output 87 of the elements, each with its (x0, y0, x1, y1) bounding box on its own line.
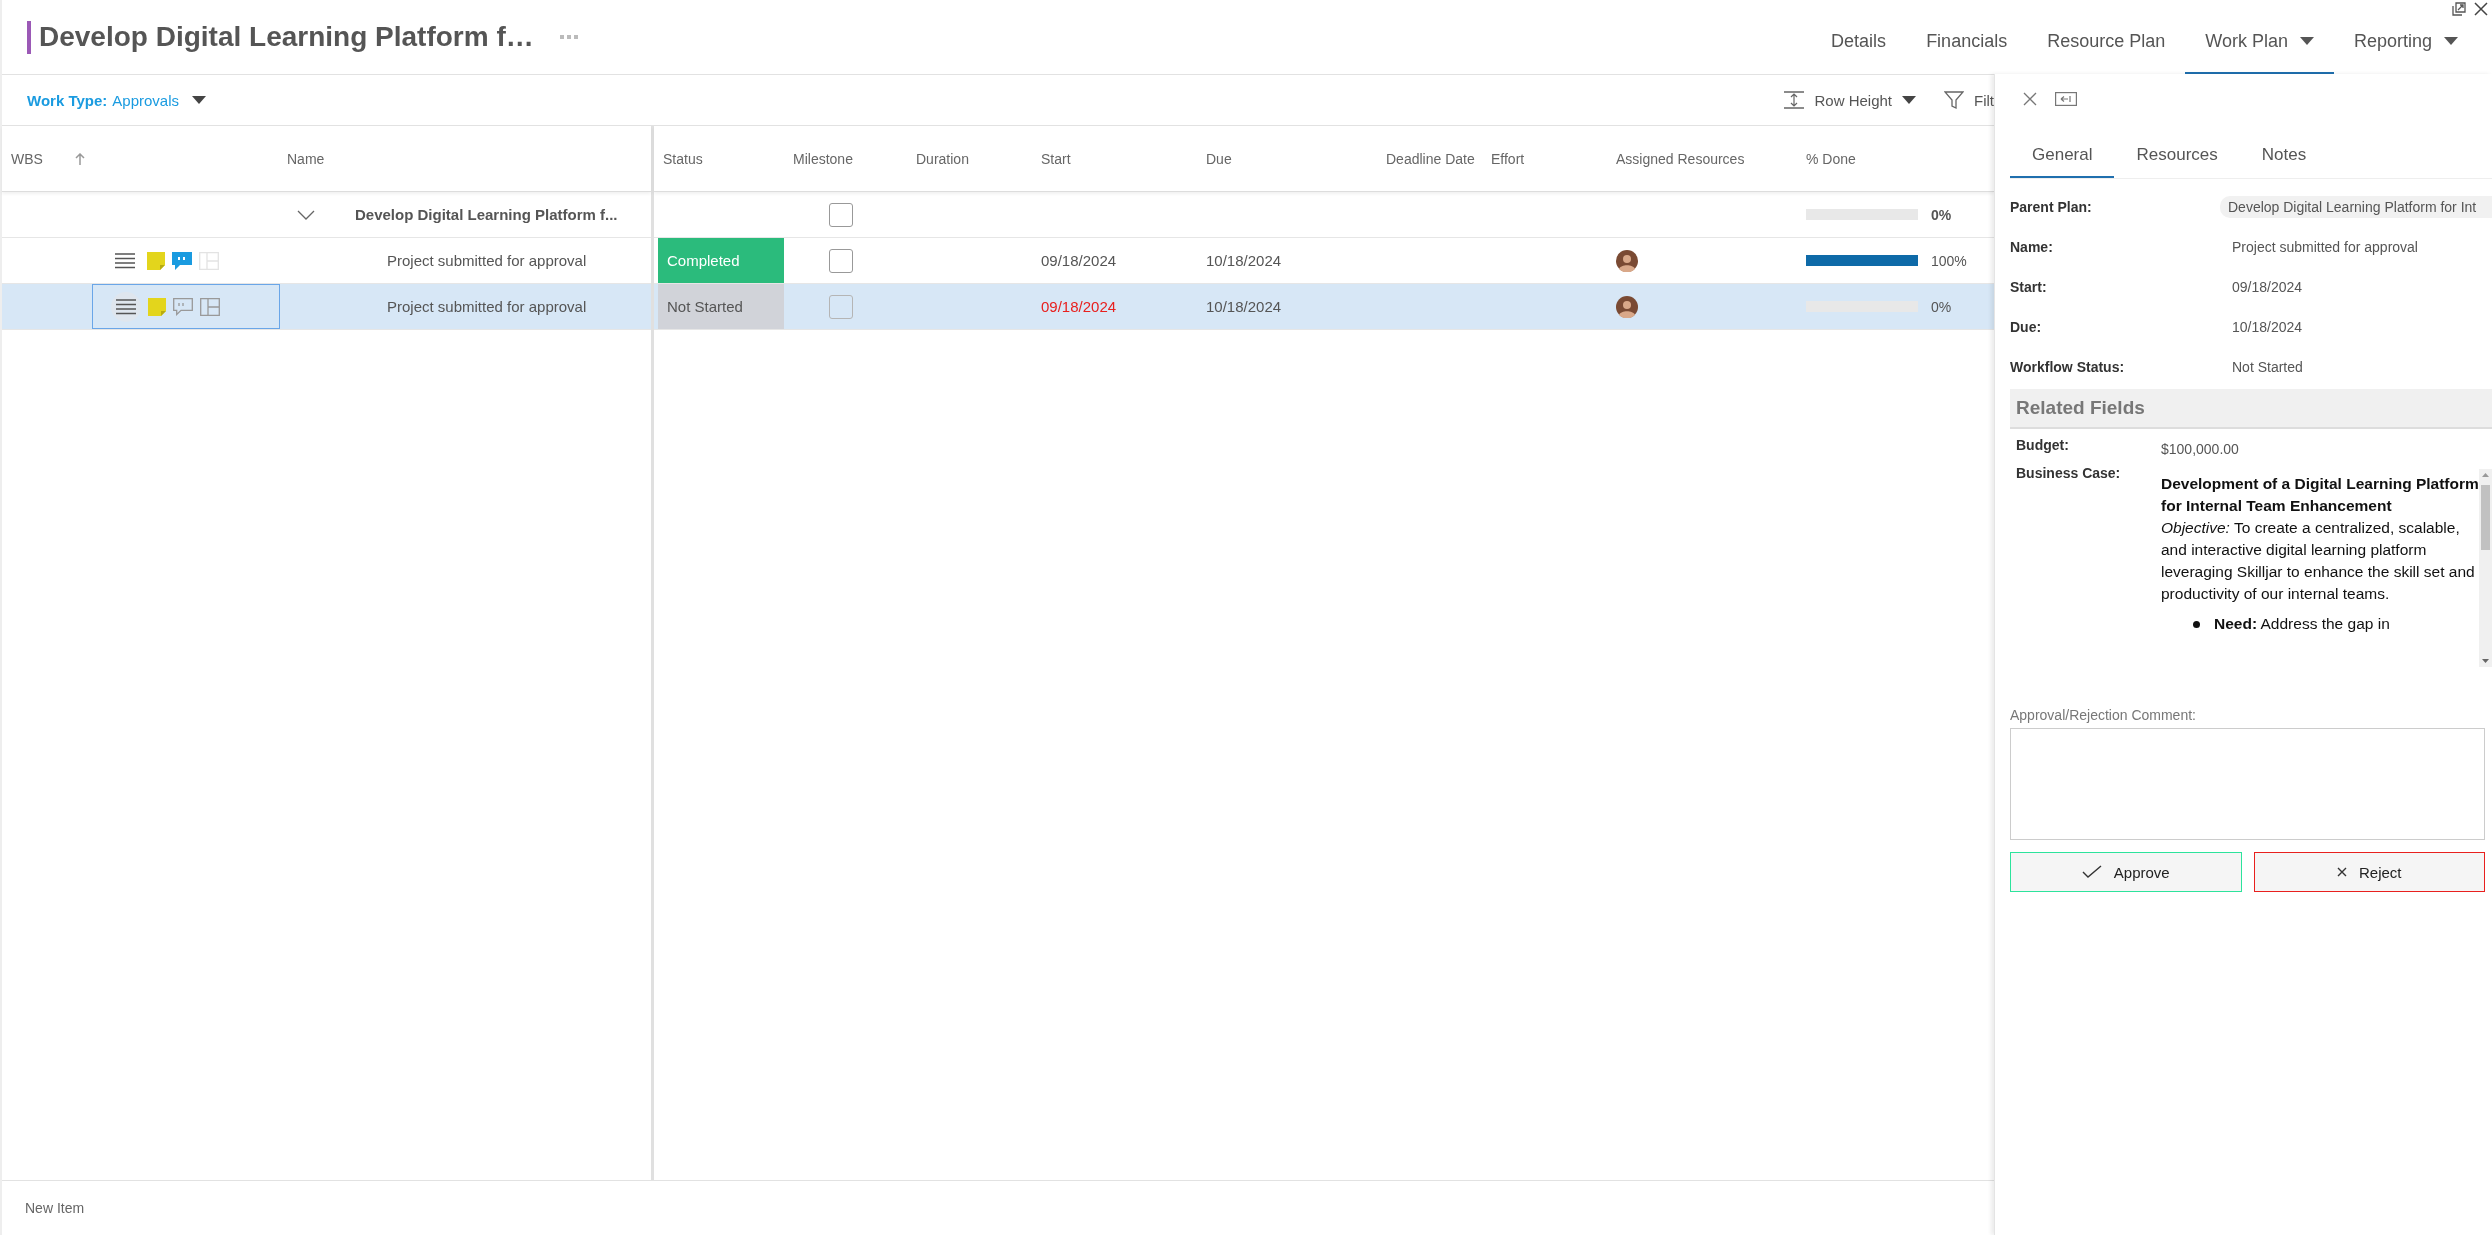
close-icon[interactable] (2474, 2, 2488, 16)
caret-icon[interactable] (2299, 37, 2314, 45)
field-label: Workflow Status: (2010, 359, 2126, 375)
row-height-button[interactable]: Row Height (1784, 91, 1916, 109)
column-header[interactable]: Duration (916, 150, 969, 167)
field-label: Due: (2010, 319, 2043, 335)
comment-icon[interactable] (172, 251, 192, 270)
task-name: Project submitted for approval (387, 298, 587, 315)
column-header[interactable]: Due (1206, 150, 1232, 167)
date-text: 10/18/2024 (1206, 298, 1282, 315)
parent-plan-chip[interactable]: Develop Digital Learning Platform for Int (2220, 196, 2492, 218)
nav-tab[interactable]: Resource Plan (2027, 10, 2186, 74)
chevron-icon[interactable] (297, 209, 315, 220)
approve-button[interactable]: Approve (2010, 852, 2242, 892)
field-label: Name: (2010, 239, 2054, 255)
date-text: 10/18/2024 (1206, 252, 1282, 269)
accent-bar (27, 20, 31, 54)
section-header: Related Fields (2010, 389, 2492, 429)
sort-arrow-icon[interactable] (74, 152, 85, 165)
collapse-icon[interactable] (2055, 92, 2077, 106)
panel-tab[interactable]: Notes (2239, 134, 2329, 178)
comment-field[interactable] (2010, 728, 2485, 840)
comment-label: Approval/Rejection Comment: (2010, 707, 2197, 723)
field-value: Not Started (2231, 359, 2304, 375)
nav-tab[interactable]: Details (1811, 10, 1907, 74)
column-header[interactable]: Assigned Resources (1616, 150, 1745, 167)
more-icon[interactable] (559, 34, 578, 40)
grid-row[interactable]: Project submitted for approval (2, 284, 651, 330)
list-icon[interactable] (116, 298, 136, 315)
percent-text: 0% (1931, 298, 1952, 315)
avatar (1616, 295, 1638, 318)
page-title: Develop Digital Learning Platform f… (39, 21, 534, 53)
nav-tab[interactable]: Reporting (2333, 10, 2478, 74)
column-header[interactable]: Effort (1491, 150, 1525, 167)
panel-tab[interactable]: General (2010, 134, 2115, 178)
bullet-text: Need: Address the gap in (2214, 614, 2390, 634)
group-name: Develop Digital Learning Platform f... (355, 206, 618, 223)
note-icon[interactable] (148, 297, 166, 316)
grid-row[interactable]: Develop Digital Learning Platform f... (2, 192, 651, 238)
filter-icon (1944, 90, 1964, 110)
field-label: Budget: (2016, 437, 2070, 455)
field-label: Start: (2010, 279, 2048, 295)
caret-icon[interactable] (192, 96, 206, 104)
business-case-title: Development of a Digital Learning Platform for Internal Team Enhancement (2161, 474, 2479, 516)
caret-icon[interactable] (2444, 37, 2458, 45)
comment-icon[interactable] (173, 297, 193, 316)
status-cell: Not Started (658, 284, 784, 329)
column-header[interactable]: WBS (11, 150, 43, 167)
percent-text: 0% (1931, 206, 1952, 223)
layout-icon[interactable] (200, 297, 220, 316)
scrollbar[interactable] (2479, 469, 2492, 667)
status-cell: Completed (658, 238, 784, 283)
check-icon (2081, 865, 2102, 879)
nav-tab[interactable]: Financials (1906, 10, 2028, 74)
column-header[interactable]: Milestone (793, 150, 853, 167)
column-header[interactable]: % Done (1806, 150, 1856, 167)
column-header[interactable]: Status (663, 150, 703, 167)
note-icon[interactable] (147, 251, 165, 270)
caret-icon[interactable] (1902, 96, 1916, 104)
filter-button[interactable]: Filt (1944, 90, 1994, 110)
popout-icon[interactable] (2452, 2, 2466, 16)
bullet-icon (2193, 620, 2200, 628)
field-value: 10/18/2024 (2231, 319, 2304, 335)
milestone-checkbox[interactable] (829, 294, 853, 319)
date-text: 09/18/2024 (1041, 252, 1117, 269)
milestone-checkbox[interactable] (829, 248, 853, 273)
business-case-paragraph: Objective: To create a centralized, scalable, and interactive digital learning platform leveraging Skilljar to enhance the skill set and productivity of our internal teams. (2161, 518, 2476, 604)
milestone-checkbox[interactable] (829, 202, 853, 227)
list-icon[interactable] (115, 252, 135, 269)
task-name: Project submitted for approval (387, 252, 587, 269)
reject-button[interactable]: Reject (2253, 852, 2485, 892)
field-label: Business Case: (2016, 465, 2122, 483)
row-height-icon (1784, 91, 1805, 109)
date-text: 09/18/2024 (1041, 298, 1117, 315)
field-label: Parent Plan: (2010, 199, 2093, 215)
field-value: 09/18/2024 (2231, 279, 2304, 295)
column-header[interactable]: Name (287, 150, 325, 167)
panel-tab[interactable]: Resources (2114, 134, 2240, 178)
percent-text: 100% (1931, 252, 1967, 269)
column-header[interactable]: Start (1041, 150, 1071, 167)
column-header[interactable]: Deadline Date (1386, 150, 1475, 167)
field-value: $100,000.00 (2161, 440, 2240, 457)
close-icon (2337, 867, 2347, 877)
close-icon[interactable] (2023, 92, 2037, 106)
new-item-link[interactable]: New Item (25, 1200, 85, 1216)
field-value: Project submitted for approval (2231, 239, 2419, 255)
avatar (1616, 249, 1638, 272)
